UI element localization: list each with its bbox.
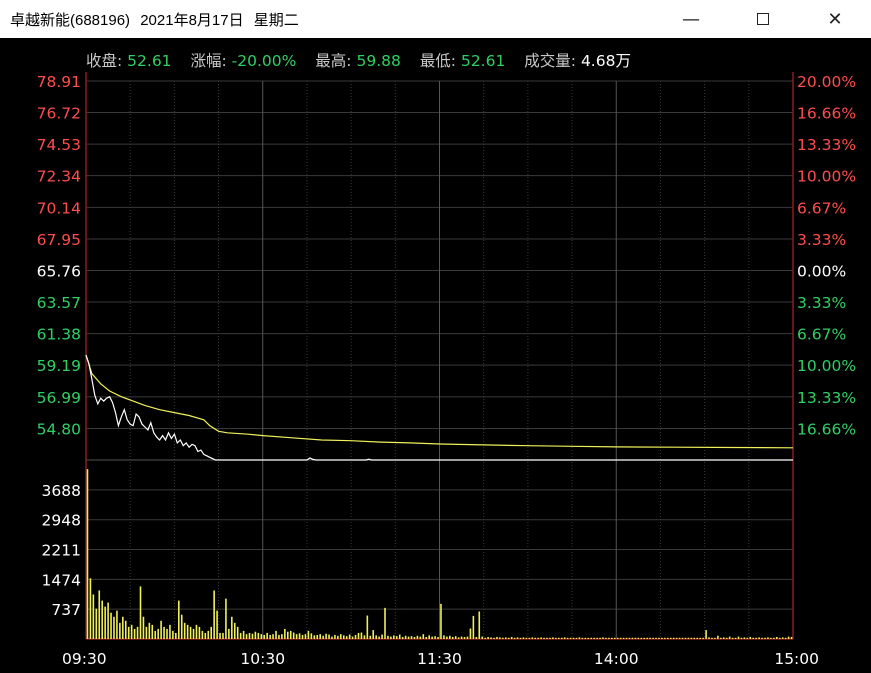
pct-tick-label: 13.33% bbox=[797, 136, 856, 154]
price-tick-label: 59.19 bbox=[37, 357, 81, 375]
time-tick-label: 11:30 bbox=[417, 650, 462, 668]
price-tick-label: 65.76 bbox=[37, 263, 81, 281]
pct-tick-label: 0.00% bbox=[797, 263, 846, 281]
price-tick-label: 61.38 bbox=[37, 326, 81, 344]
pct-tick-label: 13.33% bbox=[797, 389, 856, 407]
volume-tick-label: 2948 bbox=[42, 512, 81, 530]
pct-tick-label: 3.33% bbox=[797, 231, 846, 249]
pct-tick-label: 3.33% bbox=[797, 294, 846, 312]
pct-tick-label: 6.67% bbox=[797, 199, 846, 217]
price-tick-label: 74.53 bbox=[37, 136, 81, 154]
pct-tick-label: 16.66% bbox=[797, 105, 856, 123]
volume-tick-label: 2211 bbox=[42, 542, 81, 560]
pct-tick-label: 20.00% bbox=[797, 73, 856, 91]
price-tick-label: 54.80 bbox=[37, 420, 81, 438]
price-tick-label: 56.99 bbox=[37, 389, 81, 407]
price-tick-label: 76.72 bbox=[37, 105, 81, 123]
price-tick-label: 67.95 bbox=[37, 231, 81, 249]
time-tick-label: 14:00 bbox=[594, 650, 639, 668]
price-tick-label: 78.91 bbox=[37, 73, 81, 91]
pct-tick-label: 10.00% bbox=[797, 168, 856, 186]
pct-tick-label: 6.67% bbox=[797, 326, 846, 344]
price-tick-label: 72.34 bbox=[37, 168, 81, 186]
volume-tick-label: 3688 bbox=[42, 482, 81, 500]
time-tick-label: 10:30 bbox=[240, 650, 285, 668]
time-tick-label: 09:30 bbox=[62, 650, 107, 668]
pct-tick-label: 10.00% bbox=[797, 357, 856, 375]
price-tick-label: 63.57 bbox=[37, 294, 81, 312]
intraday-chart: 78.91 20.00% 76.72 16.66% 74.53 13.33% 72.34 10… bbox=[37, 72, 856, 668]
volume-tick-label: 737 bbox=[51, 601, 81, 619]
price-tick-label: 70.14 bbox=[37, 199, 81, 217]
volume-tick-label: 1474 bbox=[42, 571, 81, 589]
pct-tick-label: 16.66% bbox=[797, 420, 856, 438]
time-tick-label: 15:00 bbox=[774, 650, 819, 668]
